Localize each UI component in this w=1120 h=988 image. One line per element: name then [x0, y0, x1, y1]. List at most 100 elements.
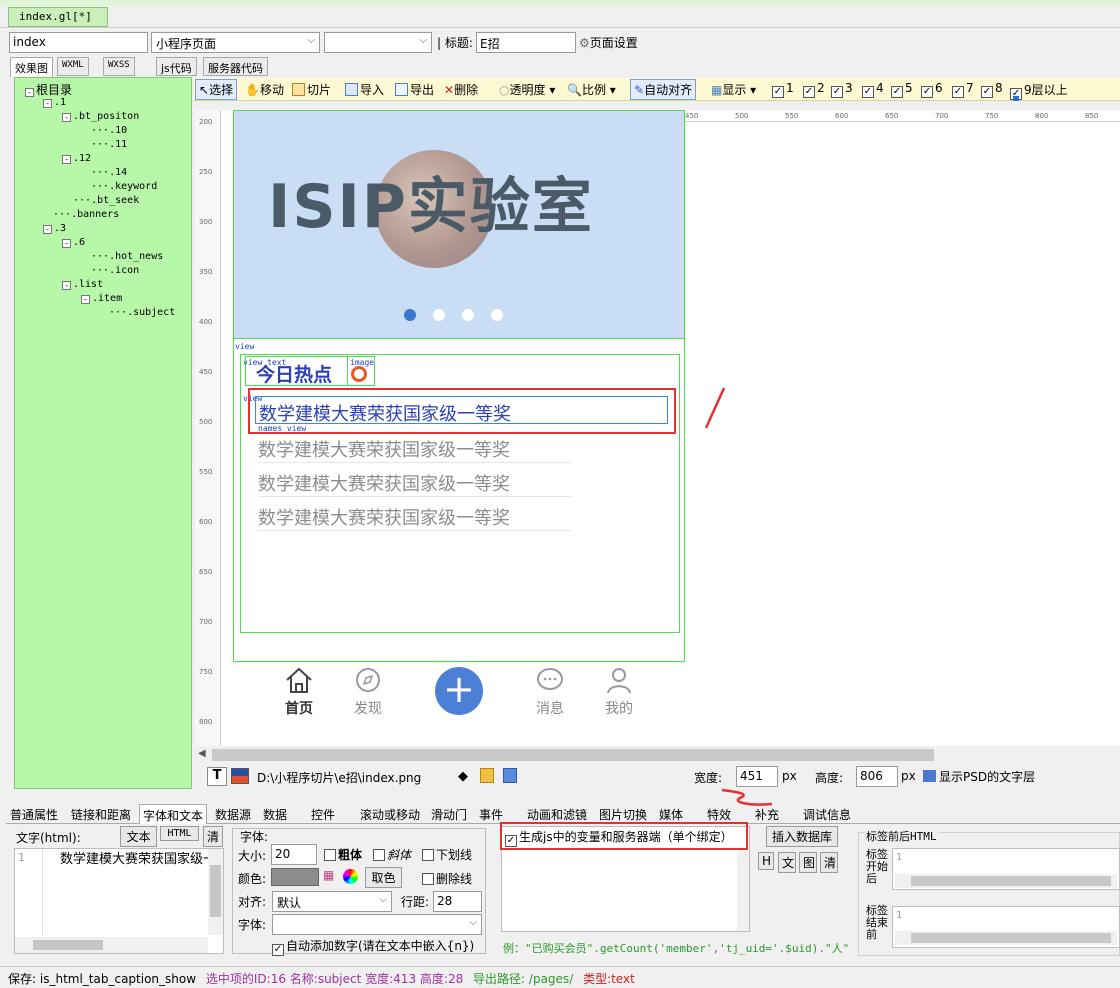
tree-node[interactable]: - .list	[62, 279, 103, 290]
align-select[interactable]: 默认 ⌵	[272, 891, 392, 912]
scroll-left-icon[interactable]: ◀	[198, 748, 206, 759]
tab-data[interactable]: 数据	[263, 804, 287, 823]
tab-server-code[interactable]: 服务器代码	[203, 57, 268, 76]
tab-effects[interactable]: 特效	[707, 804, 731, 823]
tree-node[interactable]: ···.keyword	[91, 181, 157, 192]
tree-node[interactable]: ···.hot_news	[91, 251, 163, 262]
tab-scroll[interactable]: 滚动或移动	[360, 804, 420, 823]
tab-event[interactable]: 事件	[479, 804, 503, 823]
slice-tool[interactable]: 切片	[292, 81, 331, 98]
tree-node[interactable]: - .12	[62, 153, 91, 164]
collapse-icon[interactable]: -	[43, 225, 52, 234]
select-tool[interactable]: ↖选择	[195, 79, 238, 100]
image-button[interactable]: 图	[799, 852, 817, 873]
text-button[interactable]: 文	[778, 852, 796, 873]
folder-icon[interactable]	[480, 768, 494, 783]
tree-node[interactable]: ···.14	[91, 167, 127, 178]
tree-node[interactable]: - 根目录	[25, 81, 72, 98]
secondary-select[interactable]: ⌵	[324, 32, 432, 53]
italic-checkbox[interactable]: 斜体	[373, 846, 411, 863]
import-button[interactable]: 导入	[345, 81, 384, 98]
tab-link[interactable]: 链接和距离	[71, 804, 131, 823]
layer-2-checkbox[interactable]: ✓ 2	[803, 81, 825, 98]
tree-node[interactable]: ···.banners	[53, 209, 119, 220]
editor-vscroll[interactable]	[208, 849, 223, 935]
tab-mine[interactable]: 我的	[598, 666, 640, 718]
page-name-input[interactable]: index	[9, 32, 148, 53]
save-icon[interactable]	[503, 768, 517, 783]
editor-hscroll[interactable]	[15, 937, 208, 953]
tab-wxss[interactable]: WXSS	[103, 57, 135, 76]
page-type-select[interactable]: 小程序页面 ⌵	[151, 32, 320, 53]
width-input[interactable]: 451	[736, 766, 778, 787]
generate-js-checkbox[interactable]: ✓ 生成js中的变量和服务器端（单个绑定）	[505, 828, 733, 847]
tree-node[interactable]: - .6	[62, 237, 85, 248]
font-size-input[interactable]: 20	[271, 844, 317, 865]
layer-6-checkbox[interactable]: ✓ 6	[921, 81, 943, 98]
title-input[interactable]: E招	[476, 32, 576, 53]
document-tab[interactable]: index.gl[*]	[8, 7, 108, 27]
tree-node[interactable]: - .1	[43, 97, 66, 108]
tree-node[interactable]: ···.subject	[109, 307, 175, 318]
news-item[interactable]: 数学建模大赛荣获国家级一等奖	[258, 504, 510, 530]
tab-home[interactable]: 首页	[278, 666, 320, 718]
collapse-icon[interactable]: -	[62, 155, 71, 164]
tab-font-text[interactable]: 字体和文本	[139, 804, 208, 824]
tree-node[interactable]: ···.icon	[91, 265, 139, 276]
layer-5-checkbox[interactable]: ✓ 5	[891, 81, 913, 98]
collapse-icon[interactable]: -	[25, 88, 34, 97]
tab-message[interactable]: 消息	[529, 666, 571, 718]
move-tool[interactable]: ✋移动	[245, 81, 284, 98]
tab-supplement[interactable]: 补充	[755, 804, 779, 823]
layer-3-checkbox[interactable]: ✓ 3	[831, 81, 853, 98]
tag-before-hscroll[interactable]	[895, 931, 1117, 945]
tree-node[interactable]: ···.10	[91, 125, 127, 136]
hscroll-thumb[interactable]	[212, 749, 934, 761]
tab-datasource[interactable]: 数据源	[215, 804, 251, 823]
collapse-icon[interactable]: -	[62, 113, 71, 122]
color-swatch[interactable]	[271, 868, 319, 886]
export-button[interactable]: 导出	[395, 81, 434, 98]
tab-effect[interactable]: 效果图	[10, 57, 53, 77]
layer-4-checkbox[interactable]: ✓ 4	[862, 81, 884, 98]
palette-icon[interactable]: ◆	[458, 769, 468, 784]
js-panel-vscroll[interactable]	[737, 851, 749, 931]
insert-database-button[interactable]: 插入数据库	[766, 826, 838, 847]
collapse-icon[interactable]: -	[62, 239, 71, 248]
height-input[interactable]: 806	[856, 766, 898, 787]
tab-image-switch[interactable]: 图片切换	[599, 804, 647, 823]
page-settings-button[interactable]: ⚙页面设置	[579, 34, 638, 51]
clear-text-button[interactable]: 清	[203, 826, 223, 847]
news-item-selected[interactable]: 数学建模大赛荣获国家级一等奖	[259, 400, 511, 426]
tree-node[interactable]: ···.11	[91, 139, 127, 150]
bold-checkbox[interactable]: 粗体	[324, 846, 362, 863]
tree-node[interactable]: - .item	[81, 293, 122, 304]
ratio-button[interactable]: 🔍比例 ▾	[567, 81, 616, 98]
tag-after-hscroll[interactable]	[895, 874, 1117, 888]
layer-slider-handle[interactable]	[1013, 96, 1019, 101]
collapse-icon[interactable]: -	[43, 99, 52, 108]
clear-button[interactable]: 清	[820, 852, 838, 873]
text-editor-content[interactable]: 数学建模大赛荣获国家级一等奖	[60, 848, 208, 867]
layer-7-checkbox[interactable]: ✓ 7	[952, 81, 974, 98]
show-button[interactable]: ▦显示 ▾	[711, 81, 756, 98]
tab-wxml[interactable]: WXML	[57, 57, 89, 76]
tree-node[interactable]: ···.bt_seek	[73, 195, 139, 206]
strike-checkbox[interactable]: 删除线	[422, 870, 472, 887]
auto-align-button[interactable]: ✎自动对齐	[630, 79, 697, 100]
delete-button[interactable]: ✕删除	[444, 81, 478, 98]
tab-normal[interactable]: 普通属性	[10, 804, 58, 823]
tab-animation[interactable]: 动画和滤镜	[527, 804, 587, 823]
text-tool-icon[interactable]: T	[207, 767, 227, 786]
palette-grid-icon[interactable]: ▦	[323, 868, 334, 882]
tab-media[interactable]: 媒体	[659, 804, 683, 823]
tree-node[interactable]: - .3	[43, 223, 66, 234]
layer-1-checkbox[interactable]: ✓ 1	[772, 81, 794, 98]
color-wheel-icon[interactable]	[343, 869, 358, 884]
opacity-button[interactable]: ○透明度 ▾	[499, 81, 555, 98]
image-tool-icon[interactable]	[231, 768, 249, 784]
tab-discover[interactable]: 发现	[347, 666, 389, 718]
underline-checkbox[interactable]: 下划线	[422, 846, 472, 863]
tab-control[interactable]: 控件	[311, 804, 335, 823]
auto-number-checkbox[interactable]: ✓ 自动添加数字(请在文本中嵌入{n})	[272, 937, 474, 956]
